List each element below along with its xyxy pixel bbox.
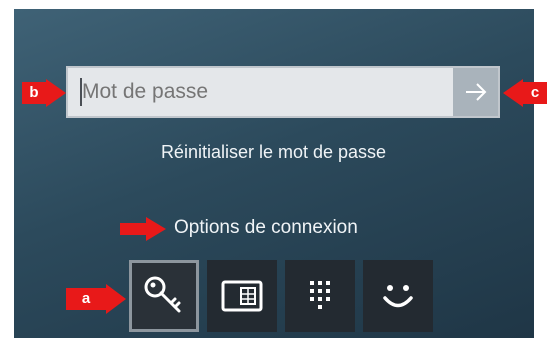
smart-card-icon — [221, 280, 263, 312]
reset-password-link[interactable]: Réinitialiser le mot de passe — [0, 142, 547, 163]
password-field — [66, 66, 500, 118]
pin-keypad-icon — [310, 281, 330, 309]
submit-button[interactable] — [453, 68, 498, 116]
annotation-arrow-right-icon — [146, 217, 166, 241]
annotation-label-c: c — [523, 82, 547, 104]
smart-card-option-button[interactable] — [207, 260, 277, 332]
face-option-button[interactable] — [363, 260, 433, 332]
pin-option-button[interactable] — [285, 260, 355, 332]
face-icon — [383, 285, 413, 308]
key-icon — [144, 276, 181, 313]
text-caret — [80, 78, 82, 106]
annotation-arrow-right-icon — [46, 79, 66, 107]
annotation-label-a: a — [66, 288, 106, 310]
annotation-arrow-right-icon — [106, 284, 126, 314]
annotation-arrow-left-icon — [503, 79, 523, 107]
password-input[interactable] — [68, 68, 453, 116]
annotation-arrow-shaft — [120, 223, 146, 235]
annotation-label-b: b — [22, 82, 46, 104]
sign-in-options-link[interactable]: Options de connexion — [174, 217, 358, 239]
arrow-right-icon — [465, 83, 486, 101]
key-option-button[interactable] — [129, 260, 199, 332]
